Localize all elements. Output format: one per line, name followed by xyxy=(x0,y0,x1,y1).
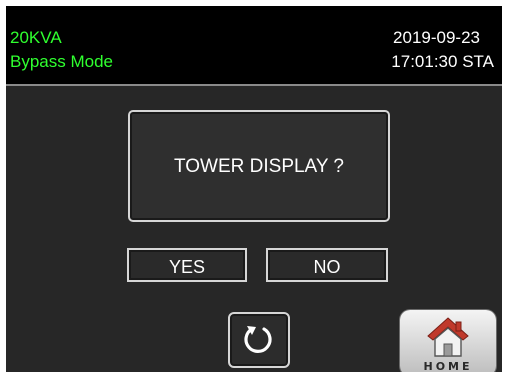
model-label: 20KVA xyxy=(10,28,62,47)
back-button[interactable] xyxy=(228,312,290,368)
home-label: HOME xyxy=(423,360,473,372)
time-label: 17:01:30 STA xyxy=(391,52,494,71)
home-button[interactable]: HOME xyxy=(400,310,496,372)
confirm-dialog: TOWER DISPLAY ? xyxy=(128,110,390,222)
refresh-back-icon xyxy=(244,326,272,353)
dialog-message: TOWER DISPLAY ? xyxy=(174,156,344,177)
date-label: 2019-09-23 xyxy=(393,28,480,47)
status-bar: 20KVA Bypass Mode 2019-09-23 17:01:30 ST… xyxy=(6,6,502,84)
no-button[interactable]: NO xyxy=(266,248,388,282)
home-icon xyxy=(427,317,469,357)
mode-label: Bypass Mode xyxy=(10,52,113,71)
yes-button[interactable]: YES xyxy=(127,248,247,282)
ups-screen: 20KVA Bypass Mode 2019-09-23 17:01:30 ST… xyxy=(6,6,502,372)
header-divider xyxy=(6,84,502,86)
